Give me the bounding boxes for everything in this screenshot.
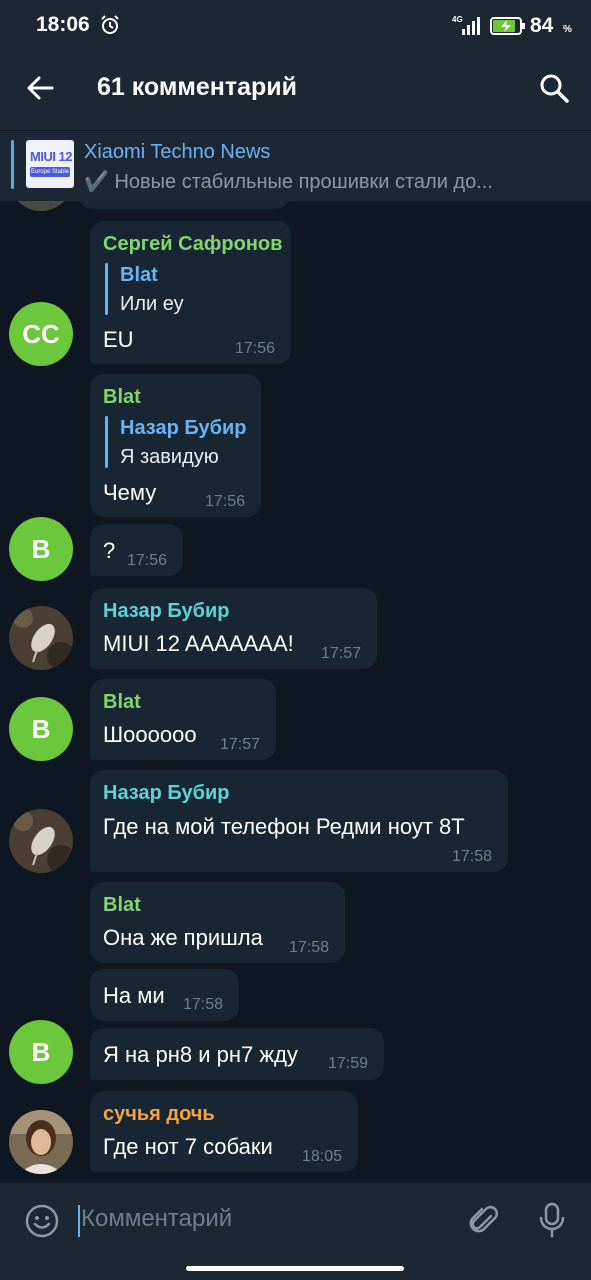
thumb-badge: Europe Stable [30, 167, 70, 177]
message-list[interactable]: Сергей Сафронов Blat Или еу EU 17:56 СС … [0, 201, 591, 1181]
pinned-post[interactable]: MIUI 12 Europe Stable Xiaomi Techno News… [0, 130, 591, 201]
status-time: 18:06 [36, 13, 90, 36]
svg-text:4G: 4G [452, 15, 463, 24]
message-bubble[interactable]: Я на рн8 и рн7 жду 17:59 [90, 1028, 384, 1080]
channel-name: Xiaomi Techno News [84, 141, 271, 163]
message-text: Шоооооо [103, 722, 197, 747]
sender-name[interactable]: Назар Бубир [103, 600, 229, 623]
top-app-bar: 61 комментарий [0, 46, 591, 130]
message-time: 17:56 [127, 552, 168, 569]
message-text: EU [103, 327, 134, 352]
search-icon[interactable] [536, 70, 572, 106]
arrow-left-icon[interactable] [22, 70, 58, 106]
message-text: Где нот 7 собаки [103, 1134, 273, 1159]
message-time: 17:58 [289, 939, 330, 956]
message-bubble[interactable]: Сергей Сафронов Blat Или еу EU 17:56 [90, 221, 291, 364]
sender-name[interactable]: Blat [103, 894, 141, 917]
thumb-title: MIUI 12 [30, 149, 73, 164]
reply-text[interactable]: Я завидую [120, 446, 219, 469]
message-text: Я на рн8 и рн7 жду [103, 1042, 298, 1067]
post-preview: ✔️ Новые стабильные прошивки стали до... [84, 171, 493, 193]
message-time: 17:56 [235, 340, 276, 357]
sender-name[interactable]: Назар Бубир [103, 782, 229, 805]
message-bubble[interactable]: ? 17:56 [90, 524, 183, 576]
message-time: 17:57 [220, 736, 261, 753]
reply-sender[interactable]: Blat [120, 264, 158, 287]
reply-text[interactable]: Или еу [120, 293, 184, 316]
message-bubble-partial[interactable] [78, 201, 290, 209]
avatar-partial[interactable] [9, 201, 73, 211]
message-text: На ми [103, 983, 165, 1008]
avatar[interactable]: СС [9, 302, 73, 366]
alarm-icon [101, 15, 119, 34]
message-bubble[interactable]: Blat Она же пришла 17:58 [90, 882, 345, 963]
text-cursor [78, 1205, 80, 1237]
comment-input[interactable]: Комментарий [81, 1205, 232, 1233]
microphone-icon[interactable] [534, 1201, 570, 1239]
message-text: Где на мой телефон Редми ноут 8Т [103, 814, 465, 839]
message-bubble[interactable]: На ми 17:58 [90, 969, 239, 1021]
message-bubble[interactable]: Назар Бубир Где на мой телефон Редми ноу… [90, 770, 508, 872]
avatar-photo[interactable] [9, 809, 73, 873]
post-thumbnail: MIUI 12 Europe Stable [26, 140, 74, 188]
comment-input-bar: Комментарий [0, 1183, 591, 1280]
message-bubble[interactable]: Blat Шоооооо 17:57 [90, 679, 276, 760]
message-time: 17:59 [328, 1055, 369, 1072]
sender-name[interactable]: Blat [103, 386, 141, 409]
paperclip-icon[interactable] [466, 1203, 502, 1239]
battery-percent-sign: % [563, 24, 572, 35]
message-bubble[interactable]: Назар Бубир MIUI 12 AAAAAAA! 17:57 [90, 588, 377, 669]
message-text: Чему [103, 480, 157, 505]
message-time: 17:56 [205, 493, 246, 510]
avatar[interactable]: B [9, 517, 73, 581]
avatar-photo[interactable] [9, 1110, 73, 1174]
reply-sender[interactable]: Назар Бубир [120, 417, 246, 440]
avatar[interactable]: B [9, 697, 73, 761]
message-text: Она же пришла [103, 925, 263, 950]
pinned-accent-bar [11, 140, 14, 189]
message-time: 18:05 [302, 1148, 343, 1165]
emoji-icon[interactable] [24, 1203, 60, 1239]
message-bubble[interactable]: сучья дочь Где нот 7 собаки 18:05 [90, 1091, 358, 1172]
message-bubble[interactable]: Blat Назар Бубир Я завидую Чему 17:56 [90, 374, 261, 517]
reply-bar [105, 263, 108, 315]
battery-percent: 84 [530, 14, 554, 37]
status-bar: 18:06 4G 84 % [0, 0, 591, 46]
sender-name[interactable]: Blat [103, 691, 141, 714]
message-time: 17:58 [452, 848, 493, 865]
message-text: ? [103, 538, 116, 563]
reply-bar [105, 416, 108, 468]
sender-name[interactable]: сучья дочь [103, 1103, 215, 1126]
message-text: MIUI 12 AAAAAAA! [103, 631, 294, 656]
home-indicator[interactable] [186, 1266, 404, 1271]
sender-name[interactable]: Сергей Сафронов [103, 233, 282, 256]
battery-icon [490, 17, 525, 35]
message-time: 17:58 [183, 996, 224, 1013]
avatar[interactable]: B [9, 1020, 73, 1084]
page-title: 61 комментарий [97, 73, 298, 101]
message-time: 17:57 [321, 645, 362, 662]
avatar-photo[interactable] [9, 606, 73, 670]
signal-icon: 4G [452, 15, 480, 35]
